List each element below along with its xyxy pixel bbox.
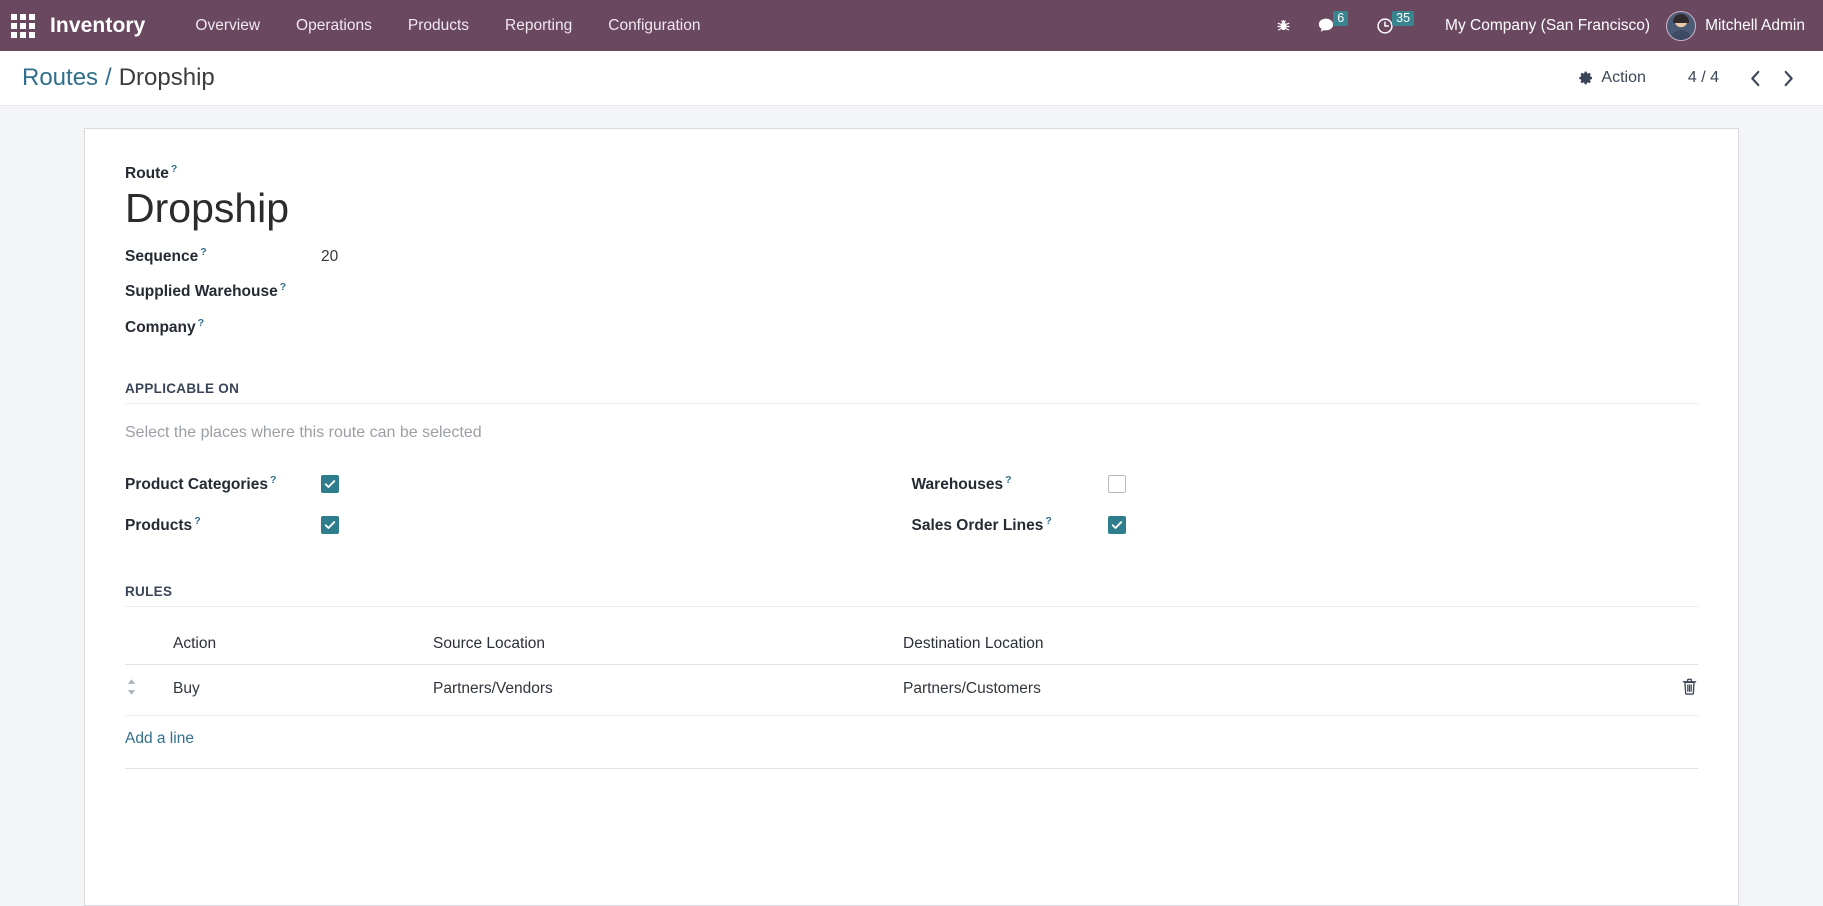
messages-menu[interactable]: 6	[1304, 0, 1363, 51]
field-label-warehouses: Warehouses?	[911, 474, 1012, 494]
field-label-company: Company?	[125, 316, 205, 336]
field-label-product-categories: Product Categories?	[125, 474, 277, 494]
rules-header-action[interactable]: Action	[173, 624, 433, 665]
action-button[interactable]: Action	[1570, 64, 1653, 92]
menu-item-overview[interactable]: Overview	[177, 3, 278, 49]
breadcrumb-link-routes[interactable]: Routes	[22, 64, 98, 92]
rules-header-source-location[interactable]: Source Location	[433, 624, 903, 665]
control-panel-right: Action 4 / 4	[1570, 64, 1805, 92]
pager-previous-button[interactable]	[1739, 67, 1772, 90]
breadcrumb-current-dropship: Dropship	[118, 64, 215, 91]
rules-title: RULES	[125, 584, 1698, 607]
top-navbar: Inventory Overview Operations Products R…	[0, 0, 1823, 51]
row-cell-action[interactable]: Buy	[173, 664, 433, 716]
checkbox-sales-order-lines[interactable]	[1107, 516, 1126, 535]
field-row-sequence: Sequence? 20	[125, 246, 1698, 266]
control-panel: Routes / Dropship Action 4 / 4	[0, 51, 1823, 106]
menu-item-products[interactable]: Products	[390, 3, 487, 49]
check-icon	[324, 521, 336, 530]
field-row-product-categories: Product Categories?	[125, 464, 912, 505]
activities-counter: 35	[1392, 10, 1415, 27]
gear-icon	[1579, 71, 1593, 85]
applicable-on-left-column: Product Categories? Products?	[125, 464, 912, 546]
breadcrumb-separator: /	[105, 64, 112, 91]
rules-header-delete	[1658, 624, 1698, 665]
help-icon-products[interactable]: ?	[194, 515, 200, 527]
messages-counter: 6	[1333, 10, 1349, 27]
help-icon-route[interactable]: ?	[171, 163, 177, 175]
trash-icon[interactable]	[1681, 677, 1698, 701]
pager-value[interactable]: 4 / 4	[1688, 69, 1719, 87]
menu-item-reporting[interactable]: Reporting	[487, 3, 590, 49]
menu-item-operations[interactable]: Operations	[278, 3, 390, 49]
field-label-sequence: Sequence?	[125, 246, 207, 266]
rules-header-handle	[125, 624, 173, 665]
field-label-products: Products?	[125, 515, 201, 535]
checkbox-warehouses[interactable]	[1107, 475, 1126, 494]
form-sheet: Route? Dropship Sequence? 20 Supplied Wa…	[84, 128, 1739, 906]
help-icon-warehouses[interactable]: ?	[1005, 474, 1011, 486]
help-icon-company[interactable]: ?	[198, 317, 204, 329]
navbar-systray: 6 35 My Company (San Francisco) Mitchell…	[1263, 0, 1805, 51]
breadcrumb: Routes / Dropship	[22, 64, 215, 92]
applicable-on-checkboxes: Product Categories? Products? Warehouses…	[125, 464, 1698, 546]
bug-icon[interactable]	[1263, 0, 1304, 51]
field-label-sales-order-lines: Sales Order Lines?	[911, 515, 1052, 535]
row-delete-cell	[1658, 664, 1698, 716]
checkbox-product-categories[interactable]	[321, 475, 339, 494]
menu-item-configuration[interactable]: Configuration	[590, 3, 718, 49]
table-row[interactable]: Buy Partners/Vendors Partners/Customers	[125, 664, 1698, 716]
field-row-products: Products?	[125, 505, 912, 546]
help-icon-sales-order-lines[interactable]: ?	[1045, 515, 1051, 527]
rules-header-destination-location[interactable]: Destination Location	[903, 624, 1658, 665]
drag-handle-icon[interactable]	[125, 677, 138, 702]
check-icon	[1111, 521, 1122, 530]
pager-next-button[interactable]	[1772, 67, 1805, 90]
add-a-line-button[interactable]: Add a line	[125, 716, 194, 748]
help-icon-sequence[interactable]: ?	[200, 246, 206, 258]
company-switcher[interactable]: My Company (San Francisco)	[1429, 17, 1666, 35]
route-name-input[interactable]: Dropship	[125, 185, 1698, 232]
avatar[interactable]	[1666, 10, 1697, 41]
rules-header-row: Action Source Location Destination Locat…	[125, 624, 1698, 665]
row-cell-destination-location[interactable]: Partners/Customers	[903, 664, 1658, 716]
rules-section: RULES Action Source Location Destination…	[125, 584, 1698, 769]
applicable-on-help-text: Select the places where this route can b…	[125, 423, 482, 441]
checkbox-products[interactable]	[321, 516, 339, 535]
rules-table: Action Source Location Destination Locat…	[125, 624, 1698, 716]
row-cell-source-location[interactable]: Partners/Vendors	[433, 664, 903, 716]
apps-grid-icon[interactable]	[10, 13, 36, 39]
rules-bottom-divider	[125, 767, 1698, 769]
applicable-on-section: APPLICABLE ON Select the places where th…	[125, 381, 1698, 546]
chevron-right-icon	[1784, 70, 1793, 86]
chevron-left-icon	[1751, 70, 1760, 86]
field-row-sales-order-lines: Sales Order Lines?	[912, 505, 1699, 546]
route-label-row: Route?	[125, 163, 1698, 183]
field-value-sequence[interactable]: 20	[321, 248, 338, 266]
help-icon-product-categories[interactable]: ?	[270, 474, 276, 486]
page-body: Route? Dropship Sequence? 20 Supplied Wa…	[0, 106, 1823, 906]
main-menu: Overview Operations Products Reporting C…	[177, 3, 718, 49]
check-icon	[324, 480, 336, 489]
activities-menu[interactable]: 35	[1363, 0, 1429, 51]
row-drag-cell	[125, 664, 173, 716]
field-label-route: Route?	[125, 163, 178, 183]
app-brand-inventory[interactable]: Inventory	[50, 14, 145, 38]
field-row-warehouses: Warehouses?	[912, 464, 1699, 505]
field-label-supplied-warehouse: Supplied Warehouse?	[125, 281, 287, 301]
action-button-label: Action	[1601, 69, 1646, 86]
field-row-supplied-warehouse: Supplied Warehouse?	[125, 281, 1698, 301]
applicable-on-right-column: Warehouses? Sales Order Lines?	[912, 464, 1699, 546]
applicable-on-title: APPLICABLE ON	[125, 381, 1698, 404]
field-row-company: Company?	[125, 317, 1698, 337]
help-icon-supplied-warehouse[interactable]: ?	[280, 281, 286, 293]
user-menu[interactable]: Mitchell Admin	[1705, 17, 1805, 35]
